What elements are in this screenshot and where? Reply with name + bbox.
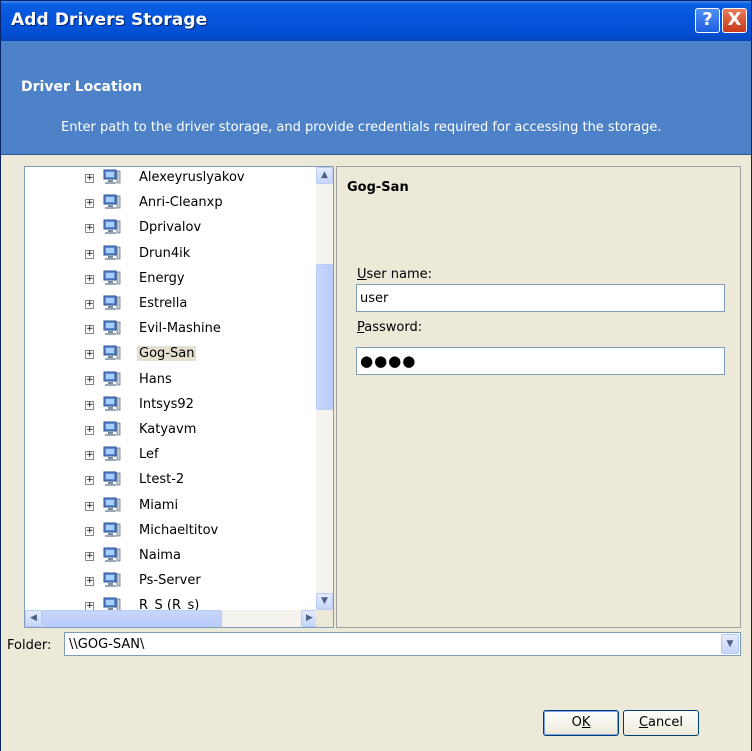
computer-icon bbox=[103, 522, 121, 538]
folder-combobox[interactable]: \\GOG-SAN\ ▼ bbox=[64, 632, 741, 656]
dialog-window: Add Drivers Storage ? X Driver Location … bbox=[0, 0, 752, 751]
username-label-text: ser name: bbox=[366, 267, 433, 282]
computer-icon bbox=[103, 219, 121, 235]
username-input[interactable]: user bbox=[356, 284, 725, 312]
computer-icon bbox=[103, 270, 121, 286]
cancel-label-rest: ancel bbox=[648, 715, 684, 730]
expand-icon[interactable]: + bbox=[85, 375, 94, 385]
tree-item-label: Estrella bbox=[139, 296, 188, 311]
folder-label: Folder: bbox=[7, 638, 52, 653]
expand-icon[interactable]: + bbox=[85, 526, 94, 536]
computer-icon bbox=[103, 320, 121, 336]
tree-item-label: Lef bbox=[139, 447, 159, 463]
tree-item-label: Ltest-2 bbox=[139, 472, 185, 488]
expand-icon[interactable]: + bbox=[85, 224, 94, 234]
expand-icon[interactable]: + bbox=[85, 451, 94, 461]
computer-icon bbox=[103, 194, 121, 210]
computer-icon bbox=[103, 245, 121, 261]
close-button[interactable]: X bbox=[722, 8, 747, 33]
tree-item-label: Michaeltitov bbox=[139, 522, 219, 538]
help-button[interactable]: ? bbox=[695, 8, 720, 33]
expand-icon[interactable]: + bbox=[85, 350, 94, 360]
folder-dropdown-button[interactable]: ▼ bbox=[721, 634, 739, 654]
expand-icon[interactable]: + bbox=[85, 501, 94, 511]
tree-item-label: Naima bbox=[139, 548, 181, 563]
scroll-left-button[interactable]: ◀ bbox=[25, 610, 42, 627]
computer-icon bbox=[103, 295, 121, 311]
horizontal-scrollbar[interactable]: ◀ ▶ bbox=[25, 610, 318, 627]
tree-item-label: Ps-Server bbox=[139, 573, 201, 589]
computer-icon bbox=[103, 446, 121, 462]
vertical-scrollbar[interactable]: ▲ ▼ bbox=[316, 167, 333, 610]
computer-icon bbox=[103, 169, 121, 185]
horizontal-scroll-thumb[interactable] bbox=[42, 610, 222, 627]
title-bar[interactable]: Add Drivers Storage ? X bbox=[1, 1, 751, 41]
computer-icon bbox=[103, 396, 121, 412]
computer-icon bbox=[103, 371, 121, 387]
computer-icon bbox=[103, 497, 121, 513]
tree-item-label: Drun4ik bbox=[139, 245, 191, 261]
ok-label: O bbox=[571, 715, 582, 730]
computer-icon bbox=[103, 547, 121, 563]
scroll-down-button[interactable]: ▼ bbox=[316, 593, 333, 610]
scrollbar-corner bbox=[316, 610, 333, 627]
tree-item-label: Evil-Mashine bbox=[139, 321, 221, 337]
tree-item-label: Alexeyruslyakov bbox=[139, 170, 245, 185]
username-accel-key: U bbox=[357, 267, 367, 282]
password-label-text: assword: bbox=[364, 320, 423, 335]
password-input[interactable]: ●●●● bbox=[356, 347, 725, 375]
cancel-accel-key: C bbox=[638, 715, 649, 730]
cancel-button[interactable]: Cancel bbox=[623, 710, 699, 736]
expand-icon[interactable]: + bbox=[85, 174, 94, 183]
computer-icon bbox=[103, 471, 121, 487]
expand-icon[interactable]: + bbox=[85, 426, 94, 435]
expand-icon[interactable]: + bbox=[85, 552, 94, 561]
tree-item-label: Miami bbox=[139, 497, 179, 513]
tree-item-label: Dprivalov bbox=[139, 220, 202, 236]
expand-icon[interactable]: + bbox=[85, 577, 94, 587]
computer-icon bbox=[103, 421, 121, 437]
expand-icon[interactable]: + bbox=[85, 274, 94, 284]
tree-item-label: Hans bbox=[139, 371, 172, 387]
credentials-panel: Gog-San User name: user Password: ●●●● bbox=[336, 166, 741, 628]
tree-item-label: Gog-San bbox=[137, 346, 197, 362]
ok-button[interactable]: OK bbox=[543, 710, 619, 736]
expand-icon[interactable]: + bbox=[85, 300, 94, 309]
expand-icon[interactable]: + bbox=[85, 325, 94, 335]
header-banner: Driver Location Enter path to the driver… bbox=[1, 41, 751, 155]
computer-tree[interactable]: + Alexeyruslyakov + Anri-Cleanxp + Dprivalov +… bbox=[24, 166, 334, 628]
ok-accel-key: K bbox=[581, 715, 591, 730]
tree-item-label: Intsys92 bbox=[139, 396, 194, 412]
scroll-up-button[interactable]: ▲ bbox=[316, 167, 333, 184]
expand-icon[interactable]: + bbox=[85, 199, 94, 209]
vertical-scroll-thumb[interactable] bbox=[316, 264, 333, 410]
computer-icon bbox=[103, 345, 121, 361]
tree-item-label: Katyavm bbox=[139, 422, 197, 437]
section-title: Driver Location bbox=[21, 79, 143, 95]
expand-icon[interactable]: + bbox=[85, 249, 94, 259]
computer-icon bbox=[103, 572, 121, 588]
expand-icon[interactable]: + bbox=[85, 476, 94, 486]
tree-item-label: Anri-Cleanxp bbox=[139, 195, 223, 211]
tree-item-label: Energy bbox=[139, 270, 185, 286]
window-title: Add Drivers Storage bbox=[11, 10, 208, 30]
section-description: Enter path to the driver storage, and pr… bbox=[61, 120, 662, 135]
folder-value: \\GOG-SAN\ bbox=[69, 637, 145, 652]
selected-computer-name: Gog-San bbox=[347, 180, 409, 195]
password-label: Password: bbox=[357, 320, 422, 335]
username-label: User name: bbox=[357, 267, 432, 282]
expand-icon[interactable]: + bbox=[85, 400, 94, 410]
